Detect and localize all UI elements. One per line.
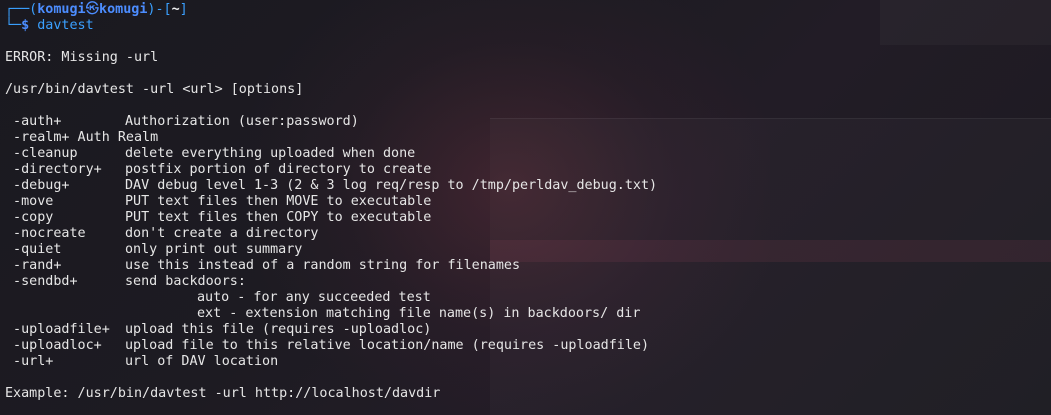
sendbd-sub-ext: ext - extension matching file name(s) in…	[197, 306, 641, 321]
prompt-line-top: ┌──(komugi㉿komugi)-[~]	[5, 2, 1051, 18]
option-flag: -uploadloc+	[5, 338, 102, 353]
option-flag: -copy	[5, 210, 54, 225]
option-row: -nocreate don't create a directory	[5, 226, 1051, 242]
terminal-window[interactable]: ┌──(komugi㉿komugi)-[~] └─$ davtest ERROR…	[0, 0, 1051, 415]
option-flag: -uploadfile+	[5, 322, 110, 337]
option-row: -move PUT text files then MOVE to executa…	[5, 194, 1051, 210]
option-desc: upload file to this relative location/na…	[125, 338, 650, 353]
option-desc: upload this file (requires -uploadloc)	[125, 322, 432, 337]
prompt-dollar: $	[21, 18, 30, 33]
option-flag: -nocreate	[5, 226, 86, 241]
option-desc: don't create a directory	[125, 226, 319, 241]
option-row: -debug+ DAV debug level 1-3 (2 & 3 log re…	[5, 178, 1051, 194]
option-flag: -debug+	[5, 178, 70, 193]
option-flag: -quiet	[5, 242, 62, 257]
option-desc: send backdoors:	[125, 274, 246, 289]
option-flag: -url+	[5, 354, 54, 369]
skull-icon: ㉿	[85, 2, 100, 17]
error-message: ERROR: Missing -url	[5, 50, 159, 65]
option-desc: Authorization (user:password)	[125, 114, 359, 129]
prompt-frame-bottom: └─	[5, 18, 22, 33]
option-row: -directory+ postfix portion of directory …	[5, 162, 1051, 178]
command-text: davtest	[37, 18, 94, 33]
option-desc: url of DAV location	[125, 354, 279, 369]
option-row: -quiet only print out summary	[5, 242, 1051, 258]
option-flag: -sendbd+	[5, 274, 78, 289]
option-flag: -move	[5, 194, 54, 209]
prompt-frame-top: ┌──(	[5, 2, 38, 17]
prompt-frame-mid: )-[	[147, 2, 172, 17]
option-row: -rand+ use this instead of a random strin…	[5, 258, 1051, 274]
prompt-host: komugi	[99, 2, 148, 17]
option-row: -uploadloc+ upload file to this relative …	[5, 338, 1051, 354]
prompt-line-command[interactable]: └─$ davtest	[5, 18, 1051, 34]
example-line: Example: /usr/bin/davtest -url http://lo…	[5, 386, 441, 401]
prompt-user: komugi	[37, 2, 86, 17]
usage-line: /usr/bin/davtest -url <url> [options]	[5, 82, 304, 97]
option-flag: -auth+	[5, 114, 62, 129]
option-desc: only print out summary	[125, 242, 303, 257]
option-flag: -realm+ Auth Realm	[5, 130, 159, 145]
option-row: -url+ url of DAV location	[5, 354, 1051, 370]
sendbd-sub-row: ext - extension matching file name(s) in…	[5, 306, 1051, 322]
option-desc: DAV debug level 1-3 (2 & 3 log req/resp …	[125, 178, 658, 193]
option-row: -realm+ Auth Realm	[5, 130, 1051, 146]
option-row: -copy PUT text files then COPY to executa…	[5, 210, 1051, 226]
option-row: -sendbd+ send backdoors:	[5, 274, 1051, 290]
options-list: -auth+ Authorization (user:password) -rea…	[5, 114, 1051, 370]
option-desc: postfix portion of directory to create	[125, 162, 432, 177]
prompt-cwd: ~	[171, 2, 180, 17]
terminal-output: ┌──(komugi㉿komugi)-[~] └─$ davtest ERROR…	[5, 2, 1051, 402]
option-flag: -directory+	[5, 162, 102, 177]
sendbd-sub-auto: auto - for any succeeded test	[197, 290, 431, 305]
option-row: -uploadfile+ upload this file (requires -…	[5, 322, 1051, 338]
option-row: -auth+ Authorization (user:password)	[5, 114, 1051, 130]
option-desc: delete everything uploaded when done	[125, 146, 416, 161]
option-desc: PUT text files then COPY to executable	[125, 210, 432, 225]
option-flag: -cleanup	[5, 146, 78, 161]
option-desc: use this instead of a random string for …	[125, 258, 521, 273]
option-row: -cleanup delete everything uploaded when …	[5, 146, 1051, 162]
prompt-frame-end: ]	[179, 2, 188, 17]
option-desc: PUT text files then MOVE to executable	[125, 194, 432, 209]
sendbd-sub-row: auto - for any succeeded test	[5, 290, 1051, 306]
option-flag: -rand+	[5, 258, 62, 273]
